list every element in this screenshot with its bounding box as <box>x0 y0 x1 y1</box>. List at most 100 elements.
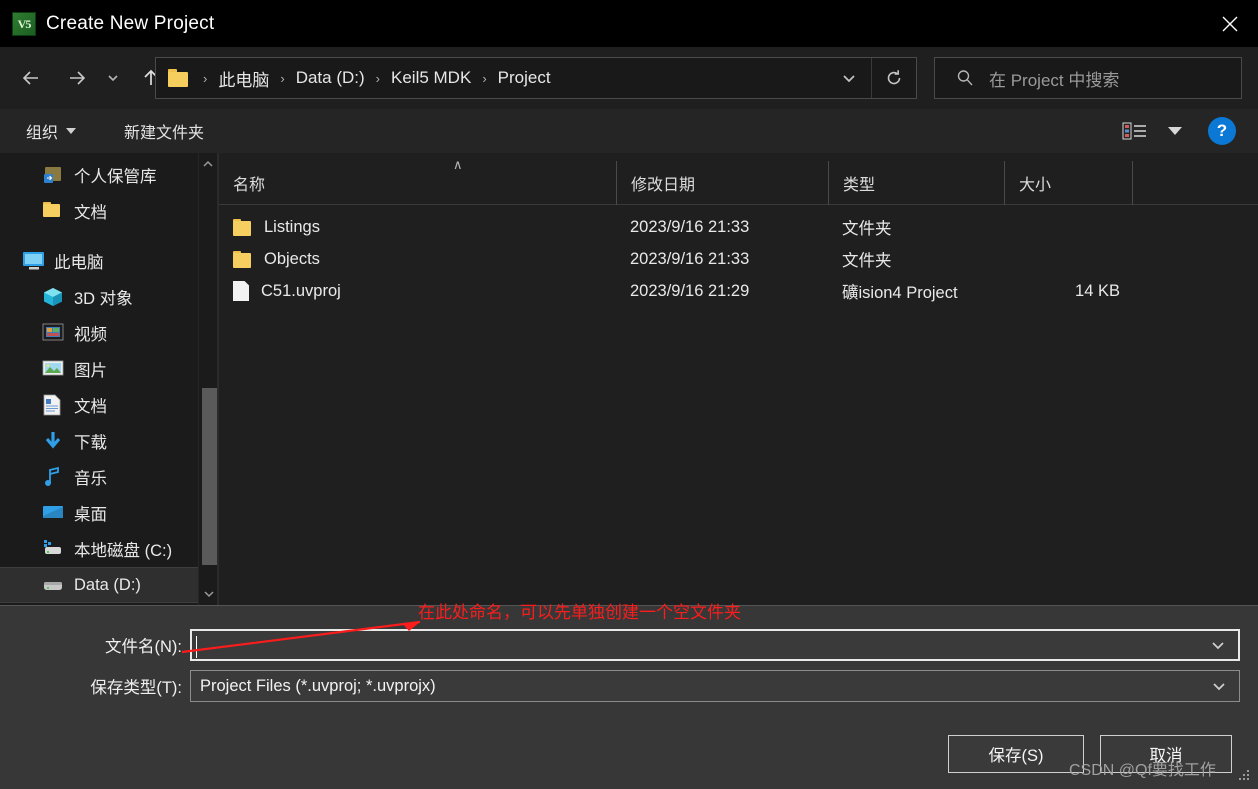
new-folder-label: 新建文件夹 <box>124 125 205 142</box>
recent-locations-button[interactable] <box>100 61 126 95</box>
personal-vault-icon <box>42 164 64 186</box>
folder-icon <box>42 200 64 222</box>
keil-uvision-icon: V5 <box>12 11 36 36</box>
title-bar: V5 Create New Project <box>0 0 1258 47</box>
sidebar-item-videos[interactable]: 视频 <box>0 315 217 351</box>
sidebar-item-label: Data (D:) <box>74 575 141 594</box>
address-dropdown-button[interactable] <box>826 58 871 98</box>
breadcrumb-item-0[interactable]: 此电脑 <box>216 66 271 91</box>
save-button-label: 保存(S) <box>988 747 1044 765</box>
file-size: 14 KB <box>1075 281 1120 300</box>
folder-icon <box>233 250 252 268</box>
column-header-size[interactable]: 大小 <box>1004 160 1132 205</box>
close-button[interactable] <box>1202 0 1258 47</box>
search-input[interactable]: 在 Project 中搜索 <box>989 66 1119 91</box>
file-modified: 2023/9/16 21:33 <box>630 217 750 236</box>
table-row[interactable]: Listings 2023/9/16 21:33 文件夹 <box>219 211 1258 243</box>
sidebar-item-label: 此电脑 <box>54 254 104 272</box>
chevron-down-icon <box>203 591 214 598</box>
sidebar-item-data-d[interactable]: Data (D:) <box>0 567 217 603</box>
column-label: 类型 <box>843 176 876 194</box>
address-bar[interactable]: › 此电脑 › Data (D:) › Keil5 MDK › Project <box>155 57 917 99</box>
resize-grip-icon[interactable] <box>1239 770 1251 782</box>
help-button[interactable]: ? <box>1208 117 1236 145</box>
sidebar-item-desktop[interactable]: 桌面 <box>0 495 217 531</box>
file-name: Listings <box>264 217 320 236</box>
scroll-up-button[interactable] <box>199 153 217 175</box>
sidebar-item-local-disk-c[interactable]: 本地磁盘 (C:) <box>0 531 217 567</box>
column-header-end <box>1132 160 1133 205</box>
chevron-down-icon <box>842 75 855 83</box>
sidebar-item-label: 文档 <box>74 204 107 222</box>
search-box[interactable]: 在 Project 中搜索 <box>934 57 1242 99</box>
sidebar-item-documents-onedrive[interactable]: 文档 <box>0 193 217 229</box>
file-modified: 2023/9/16 21:33 <box>630 249 750 268</box>
view-options-button[interactable] <box>1120 120 1150 142</box>
file-save-dialog: V5 Create New Project › 此电脑 › Data (D:) … <box>0 0 1258 789</box>
organize-button[interactable]: 组织 <box>20 119 82 143</box>
sidebar-scrollbar[interactable] <box>198 153 217 605</box>
search-icon <box>955 68 975 88</box>
sidebar-item-music[interactable]: 音乐 <box>0 459 217 495</box>
annotation-arrow <box>181 620 421 654</box>
sidebar-item-label: 图片 <box>74 362 107 380</box>
save-button[interactable]: 保存(S) <box>948 735 1084 773</box>
filename-dropdown-button[interactable] <box>1198 636 1238 654</box>
table-row[interactable]: Objects 2023/9/16 21:33 文件夹 <box>219 243 1258 275</box>
arrow-left-icon <box>22 71 38 85</box>
chevron-down-icon <box>1212 642 1224 650</box>
sidebar-item-this-pc[interactable]: 此电脑 <box>0 243 217 279</box>
sidebar-item-downloads[interactable]: 下载 <box>0 423 217 459</box>
file-list-pane: ∧ 名称 修改日期 类型 大小 Listings 2023/9/16 21:33… <box>219 153 1258 605</box>
documents-icon <box>42 394 64 416</box>
arrow-right-icon <box>70 71 86 85</box>
help-label: ? <box>1216 121 1228 140</box>
scroll-down-button[interactable] <box>199 583 217 605</box>
sidebar-item-label: 视频 <box>74 326 107 344</box>
browser-body: 个人保管库 文档 此电脑 3D 对象 视频 图片 文档 下载 音乐 桌面 本地磁… <box>0 153 1258 605</box>
filetype-dropdown-button[interactable] <box>1199 677 1239 695</box>
navigation-pane: 个人保管库 文档 此电脑 3D 对象 视频 图片 文档 下载 音乐 桌面 本地磁… <box>0 153 217 605</box>
breadcrumb-item-3[interactable]: Project <box>496 68 553 88</box>
column-label: 大小 <box>1019 176 1052 194</box>
file-name: Objects <box>264 249 320 268</box>
file-name-cell: Objects <box>219 250 616 269</box>
chevron-down-icon <box>66 128 77 134</box>
file-name-cell: C51.uvproj <box>219 281 616 301</box>
sidebar-item-documents[interactable]: 文档 <box>0 387 217 423</box>
sidebar-item-pictures[interactable]: 图片 <box>0 351 217 387</box>
breadcrumb-item-2[interactable]: Keil5 MDK <box>389 68 473 88</box>
organize-label: 组织 <box>26 125 59 142</box>
view-details-icon <box>1122 122 1146 140</box>
new-folder-button[interactable]: 新建文件夹 <box>118 119 210 143</box>
chevron-up-icon <box>203 160 213 167</box>
back-button[interactable] <box>14 61 48 95</box>
breadcrumb-separator: › <box>203 70 208 86</box>
watermark: CSDN @Qf要找工作 <box>1069 762 1216 779</box>
filetype-value: Project Files (*.uvproj; *.uvprojx) <box>200 676 436 695</box>
annotation-text: 在此处命名，可以先单独创建一个空文件夹 <box>418 603 741 622</box>
table-row[interactable]: C51.uvproj 2023/9/16 21:29 礦ision4 Proje… <box>219 275 1258 307</box>
window-title: Create New Project <box>46 12 215 34</box>
sidebar-item-personal-vault[interactable]: 个人保管库 <box>0 157 217 193</box>
forward-button[interactable] <box>60 61 94 95</box>
3d-objects-icon <box>42 286 64 308</box>
column-header-type[interactable]: 类型 <box>828 160 1004 205</box>
file-name-cell: Listings <box>219 218 616 237</box>
column-header-row: ∧ 名称 修改日期 类型 大小 <box>219 157 1258 205</box>
filetype-combobox[interactable]: Project Files (*.uvproj; *.uvprojx) <box>190 670 1240 702</box>
videos-icon <box>42 322 64 344</box>
file-icon <box>233 281 249 301</box>
sidebar-item-3d-objects[interactable]: 3D 对象 <box>0 279 217 315</box>
filetype-label: 保存类型(T): <box>90 679 182 697</box>
view-dropdown-button[interactable] <box>1168 127 1182 135</box>
breadcrumb-item-1[interactable]: Data (D:) <box>294 68 367 88</box>
column-header-name[interactable]: ∧ 名称 <box>219 157 616 205</box>
sidebar-item-label: 音乐 <box>74 470 107 488</box>
desktop-icon <box>42 502 64 524</box>
sidebar-divider <box>0 229 217 243</box>
refresh-button[interactable] <box>871 58 916 98</box>
folder-icon <box>233 218 252 236</box>
column-header-modified[interactable]: 修改日期 <box>616 160 828 205</box>
scrollbar-thumb[interactable] <box>202 388 217 565</box>
